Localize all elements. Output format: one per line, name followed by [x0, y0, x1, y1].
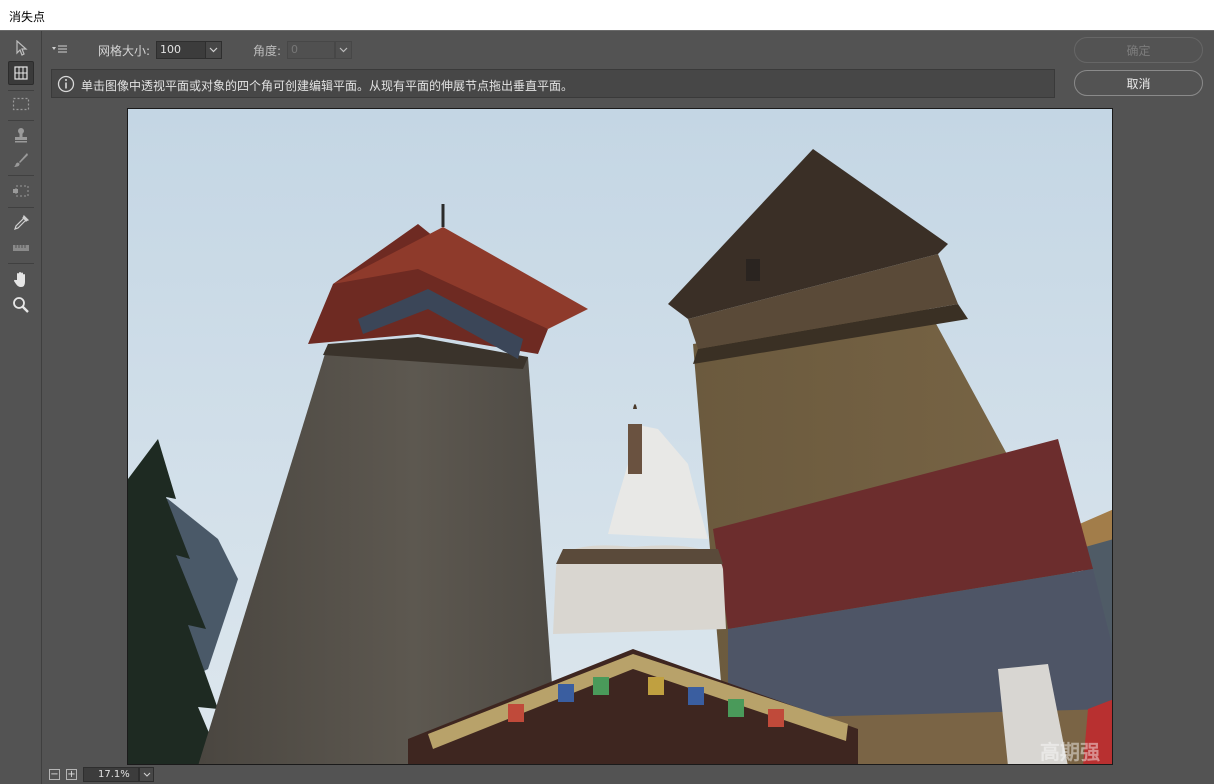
- hand-tool[interactable]: [8, 268, 34, 292]
- tool-strip: [0, 31, 42, 784]
- watermark-text: 高期强: [1040, 740, 1100, 764]
- cancel-button[interactable]: 取消: [1074, 70, 1203, 96]
- stamp-tool[interactable]: [8, 123, 34, 147]
- marquee-tool[interactable]: [8, 92, 34, 116]
- zoom-dropdown[interactable]: [139, 767, 154, 782]
- create-plane-tool[interactable]: [8, 61, 34, 85]
- status-bar: − + 17.1%: [43, 765, 1214, 784]
- edit-plane-tool-icon: [16, 40, 28, 56]
- transform-tool[interactable]: [8, 179, 34, 203]
- tool-separator: [8, 120, 34, 121]
- chevron-down-icon: [209, 47, 218, 53]
- preview-image[interactable]: 高期强: [127, 108, 1113, 765]
- options-bar: 网格大小: 100 角度: 0: [42, 31, 1214, 67]
- angle-dropdown[interactable]: [335, 41, 352, 59]
- tool-separator: [8, 207, 34, 208]
- tibetan-towers-photo: 高期强: [128, 109, 1112, 764]
- hand-tool-icon: [14, 272, 25, 287]
- zoom-tool-icon: [13, 297, 29, 313]
- panel-menu-icon: [52, 45, 67, 53]
- info-message: 单击图像中透视平面或对象的四个角可创建编辑平面。从现有平面的伸展节点拖出垂直平面…: [81, 79, 574, 93]
- stamp-tool-icon: [15, 128, 27, 143]
- ok-button[interactable]: 确定: [1074, 37, 1203, 63]
- zoom-out-button[interactable]: −: [49, 769, 60, 780]
- grid-size-label: 网格大小:: [98, 44, 151, 58]
- brush-tool[interactable]: [8, 148, 34, 172]
- panel-menu-button[interactable]: [51, 41, 69, 55]
- grid-size-dropdown[interactable]: [205, 41, 222, 59]
- eyedropper-tool[interactable]: [8, 211, 34, 235]
- info-icon: [57, 75, 75, 93]
- marquee-tool-icon: [12, 97, 30, 111]
- tool-separator: [8, 175, 34, 176]
- tool-separator: [8, 263, 34, 264]
- edit-plane-tool[interactable]: [8, 36, 34, 60]
- angle-input[interactable]: 0: [287, 41, 335, 59]
- window-title: 消失点: [9, 10, 46, 24]
- tool-separator: [8, 90, 34, 91]
- title-bar: 消失点: [0, 0, 1214, 31]
- zoom-tool[interactable]: [8, 293, 34, 317]
- measure-tool-icon: [13, 245, 29, 251]
- chevron-down-icon: [143, 772, 150, 777]
- brush-tool-icon: [14, 153, 28, 167]
- measure-tool[interactable]: [8, 236, 34, 260]
- eyedropper-tool-icon: [14, 215, 29, 230]
- grid-size-input[interactable]: 100: [156, 41, 206, 59]
- transform-tool-icon: [13, 185, 29, 197]
- zoom-level-field[interactable]: 17.1%: [83, 767, 139, 782]
- angle-label: 角度:: [253, 44, 282, 58]
- create-plane-tool-icon: [14, 66, 28, 80]
- chevron-down-icon: [339, 47, 348, 53]
- zoom-in-button[interactable]: +: [66, 769, 77, 780]
- info-bar: 单击图像中透视平面或对象的四个角可创建编辑平面。从现有平面的伸展节点拖出垂直平面…: [51, 69, 1055, 98]
